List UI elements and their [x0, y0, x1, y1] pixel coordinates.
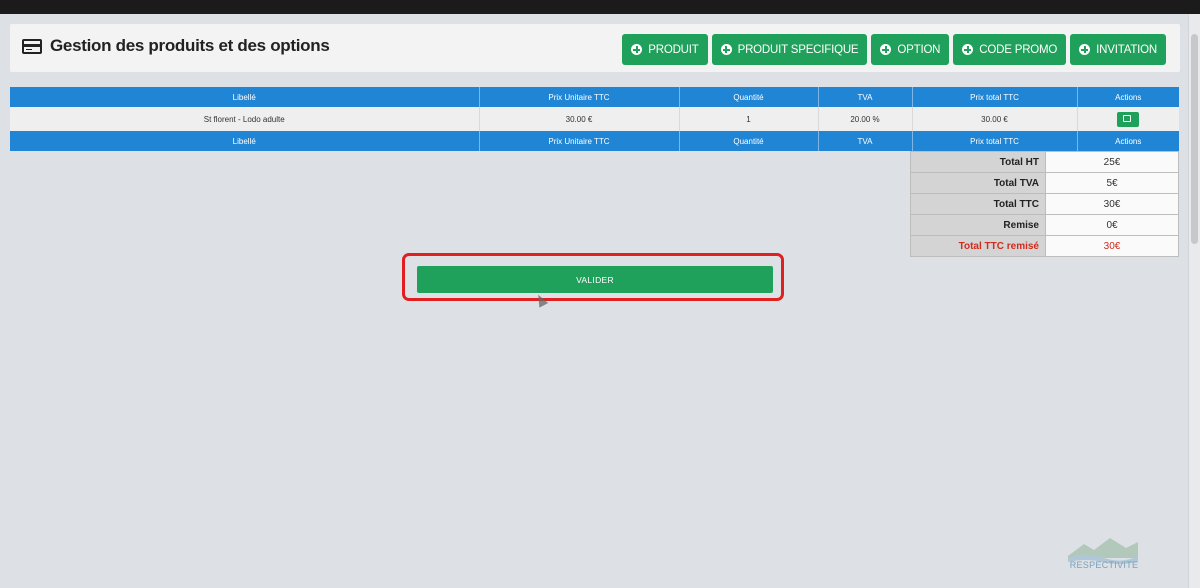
add-invitation-button[interactable]: INVITATION — [1070, 34, 1166, 65]
add-invitation-label: INVITATION — [1096, 43, 1157, 56]
footer-header-actions: Actions — [1077, 131, 1179, 151]
cell-tva: 20.00 % — [818, 107, 913, 131]
total-ttc-label: Total TTC — [910, 193, 1046, 215]
col-header-libelle: Libellé — [10, 87, 480, 107]
plus-circle-icon — [1079, 44, 1091, 55]
cell-prix-total: 30.00 € — [912, 107, 1078, 131]
add-produit-button[interactable]: PRODUIT — [622, 34, 708, 65]
add-produit-specifique-button[interactable]: PRODUIT SPECIFIQUE — [711, 34, 868, 65]
totals-row-ht: Total HT 25€ — [910, 151, 1179, 173]
totals-row-ttc: Total TTC 30€ — [910, 193, 1179, 215]
add-produit-label: PRODUIT — [648, 43, 699, 56]
credit-card-icon — [22, 38, 42, 54]
col-header-tva: TVA — [818, 87, 913, 107]
total-ht-label: Total HT — [910, 151, 1046, 173]
totals-table: Total HT 25€ Total TVA 5€ Total TTC 30€ Rem… — [910, 151, 1179, 257]
total-ht-value: 25€ — [1045, 151, 1179, 173]
plus-circle-icon — [962, 44, 974, 55]
add-option-label: OPTION — [897, 43, 941, 56]
header-panel: Gestion des produits et des options PROD… — [10, 24, 1180, 72]
page-title: Gestion des produits et des options — [50, 36, 330, 55]
table-row: St florent - Lodo adulte 30.00 € 1 20.00… — [10, 107, 1179, 131]
scrollbar-thumb[interactable] — [1191, 34, 1198, 244]
vertical-scrollbar[interactable] — [1188, 14, 1200, 588]
cell-quantite: 1 — [679, 107, 819, 131]
totals-row-remise: Remise 0€ — [910, 214, 1179, 236]
col-header-prix-total: Prix total TTC — [912, 87, 1078, 107]
products-table: Libellé Prix Unitaire TTC Quantité TVA P… — [10, 87, 1179, 151]
total-tva-value: 5€ — [1045, 172, 1179, 194]
total-ttc-value: 30€ — [1045, 193, 1179, 215]
valider-button[interactable]: VALIDER — [417, 266, 773, 293]
remise-label: Remise — [910, 214, 1046, 236]
header-actions: PRODUIT PRODUIT SPECIFIQUE OPTION CODE P… — [622, 34, 1166, 65]
cell-libelle: St florent - Lodo adulte — [10, 107, 480, 131]
add-code-promo-button[interactable]: CODE PROMO — [953, 34, 1067, 65]
totals-row-tva: Total TVA 5€ — [910, 172, 1179, 194]
plus-circle-icon — [631, 44, 643, 55]
footer-header-quantite: Quantité — [679, 131, 819, 151]
total-ttc-remise-value: 30€ — [1045, 235, 1179, 257]
cell-prix-unitaire: 30.00 € — [479, 107, 680, 131]
window-top-bar — [0, 0, 1200, 14]
col-header-actions: Actions — [1077, 87, 1179, 107]
table-footer-row: Libellé Prix Unitaire TTC Quantité TVA P… — [10, 131, 1179, 151]
footer-header-prix-total: Prix total TTC — [912, 131, 1078, 151]
cell-actions — [1077, 107, 1179, 131]
add-produit-specifique-label: PRODUIT SPECIFIQUE — [737, 43, 859, 56]
add-option-button[interactable]: OPTION — [871, 34, 950, 65]
footer-header-libelle: Libellé — [10, 131, 480, 151]
edit-row-button[interactable] — [1117, 111, 1140, 127]
edit-icon — [1123, 114, 1132, 122]
col-header-quantite: Quantité — [679, 87, 819, 107]
brand-name: RESPECTIVITE — [1069, 560, 1139, 570]
plus-circle-icon — [880, 44, 892, 55]
page-title-group: Gestion des produits et des options — [22, 36, 330, 56]
totals-row-ttc-remise: Total TTC remisé 30€ — [910, 235, 1179, 257]
total-ttc-remise-label: Total TTC remisé — [910, 235, 1046, 257]
table-header-row: Libellé Prix Unitaire TTC Quantité TVA P… — [10, 87, 1179, 107]
add-code-promo-label: CODE PROMO — [979, 43, 1058, 56]
total-tva-label: Total TVA — [910, 172, 1046, 194]
footer-header-prix-unitaire: Prix Unitaire TTC — [479, 131, 680, 151]
col-header-prix-unitaire: Prix Unitaire TTC — [479, 87, 680, 107]
remise-value: 0€ — [1045, 214, 1179, 236]
footer-header-tva: TVA — [818, 131, 913, 151]
plus-circle-icon — [720, 44, 732, 55]
